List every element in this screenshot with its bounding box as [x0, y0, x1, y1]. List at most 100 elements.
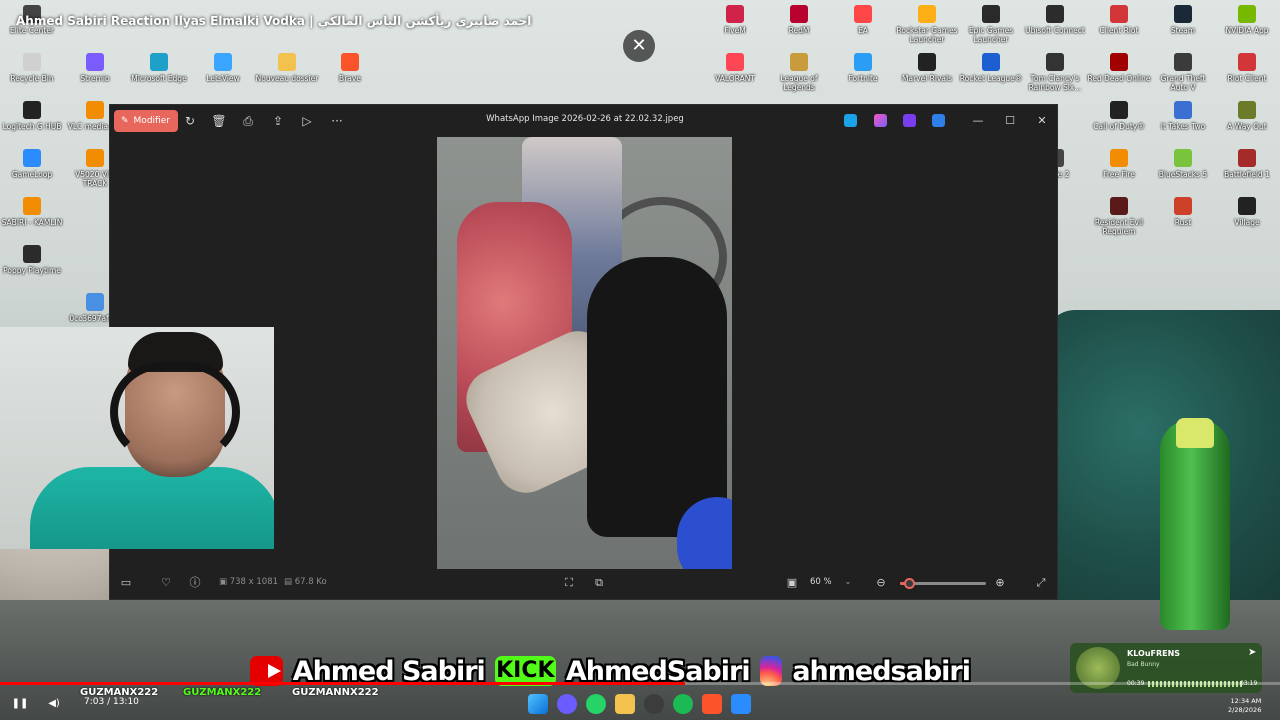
desktop-icon[interactable]: Battlefield 1 — [1215, 149, 1279, 179]
system-clock[interactable]: 12:34 AM 2/28/2026 — [1228, 697, 1261, 715]
volume-button[interactable]: ◀) — [42, 692, 66, 716]
desktop-icon-label: FiveM — [724, 26, 746, 35]
zoom-slider[interactable] — [900, 578, 986, 589]
app-icon — [790, 5, 808, 23]
obs-icon[interactable] — [644, 694, 664, 714]
video-time: 7:03 / 13:10 — [84, 697, 139, 707]
desktop-icon-label: Recycle Bin — [10, 74, 54, 83]
desktop-icon[interactable]: Logitech G HUB — [0, 101, 64, 131]
desktop-icon[interactable]: SABIRI - KAMLIN — [0, 197, 64, 227]
copilot-app-icon[interactable] — [874, 114, 887, 127]
desktop-icon[interactable]: Free Fire — [1087, 149, 1151, 179]
desktop-icon[interactable]: Riot Client — [1215, 53, 1279, 83]
brave-icon[interactable] — [702, 694, 722, 714]
rotate-icon[interactable]: ↻ — [182, 113, 198, 129]
desktop-icon[interactable]: Epic Games Launcher — [959, 5, 1023, 44]
desktop-icon[interactable]: Resident Evil Requiem — [1087, 197, 1151, 236]
video-progress-bar[interactable] — [0, 682, 1280, 685]
photo-image — [437, 137, 732, 569]
desktop-icon[interactable]: Village — [1215, 197, 1279, 227]
desktop-icon-label: Village — [1234, 218, 1260, 227]
designer-app-icon[interactable] — [844, 114, 857, 127]
slideshow-icon[interactable]: ▷ — [299, 113, 315, 129]
desktop-icon[interactable]: Rockstar Games Launcher — [895, 5, 959, 44]
desktop-icon[interactable]: League of Legends — [767, 53, 831, 92]
desktop-icon[interactable]: A Way Out — [1215, 101, 1279, 131]
info-icon[interactable]: ⓘ — [187, 575, 203, 591]
desktop-icon[interactable]: NVIDIA App — [1215, 5, 1279, 35]
desktop-icon-label: Rust — [1174, 218, 1192, 227]
clipchamp-app-icon[interactable] — [903, 114, 916, 127]
desktop-icon[interactable]: FiveM — [703, 5, 767, 35]
pause-button[interactable]: ❚❚ — [8, 692, 32, 716]
zoom-out-icon[interactable]: ⊖ — [873, 575, 889, 591]
app-icon — [726, 5, 744, 23]
app-icon — [23, 245, 41, 263]
desktop-icon[interactable]: Call of Duty® — [1087, 101, 1151, 131]
taskbar — [528, 694, 751, 714]
desktop-icon[interactable]: LetsView — [191, 53, 255, 83]
zoom-level-select[interactable]: 60 % ⌄ — [810, 577, 851, 587]
spotify-icon[interactable] — [673, 694, 693, 714]
print-icon[interactable]: ⎙ — [240, 113, 256, 129]
desktop-icon[interactable]: BlueStacks 5 — [1151, 149, 1215, 179]
zoom-in-icon[interactable]: ⊕ — [992, 575, 1008, 591]
desktop-icon[interactable]: Nouveau dossier — [255, 53, 319, 83]
onedrive-app-icon[interactable] — [932, 114, 945, 127]
desktop-icon[interactable]: Fortnite — [831, 53, 895, 83]
edit-button[interactable]: ✎ Modifier — [114, 110, 178, 132]
app-icon — [1174, 101, 1192, 119]
next-icon[interactable]: ➤ — [1248, 647, 1256, 658]
desktop-icon[interactable]: Red Dead Online — [1087, 53, 1151, 83]
app-icon — [1110, 101, 1128, 119]
desktop-icon[interactable]: Brave — [318, 53, 382, 83]
start-icon[interactable] — [528, 694, 548, 714]
zoom-slider-thumb[interactable] — [903, 578, 915, 589]
desktop-icon[interactable]: GameLoop — [0, 149, 64, 179]
favorite-icon[interactable]: ♡ — [158, 575, 174, 591]
desktop-icon[interactable]: Grand Theft Auto V — [1151, 53, 1215, 92]
desktop-icon[interactable]: Stremio — [63, 53, 127, 83]
app-icon — [918, 53, 936, 71]
edit-icon: ✎ — [121, 116, 129, 126]
discord-icon[interactable] — [557, 694, 577, 714]
desktop-icon[interactable]: EA — [831, 5, 895, 35]
whatsapp-icon[interactable] — [586, 694, 606, 714]
close-button[interactable]: ✕ — [1032, 112, 1052, 130]
desktop-icon-label: Steam — [1170, 26, 1196, 35]
file-explorer-icon[interactable] — [615, 694, 635, 714]
desktop-icon[interactable]: Marvel Rivals — [895, 53, 959, 83]
more-options-icon[interactable]: ··· — [329, 113, 345, 129]
desktop-icon[interactable]: It Takes Two — [1151, 101, 1215, 131]
fullscreen-icon[interactable]: ⤢ — [1033, 575, 1049, 591]
minimize-button[interactable]: — — [968, 112, 988, 130]
photos-app-icon[interactable] — [731, 694, 751, 714]
maximize-button[interactable]: ☐ — [1000, 112, 1020, 130]
spotify-widget[interactable]: KLOuFRENS Bad Bunny 00:39 03:19 ➤ — [1070, 643, 1262, 693]
desktop-icon[interactable]: Rust — [1151, 197, 1215, 227]
desktop-icon-label: Resident Evil Requiem — [1094, 218, 1144, 236]
desktop-icon[interactable]: Steam — [1151, 5, 1215, 35]
fit-to-window-icon[interactable]: ⛶ — [561, 575, 577, 591]
desktop-icon-label: Client Riot — [1099, 26, 1139, 35]
desktop-icon[interactable]: VALORANT — [703, 53, 767, 83]
desktop-icon[interactable]: Microsoft Edge — [127, 53, 191, 83]
desktop-icon[interactable]: Tom Clancy's Rainbow Six... — [1023, 53, 1087, 92]
desktop-icon[interactable]: Ubisoft Connect — [1023, 5, 1087, 35]
desktop-icon[interactable]: Client Riot — [1087, 5, 1151, 35]
desktop-icon[interactable]: RedM — [767, 5, 831, 35]
screen-icon[interactable]: ▣ — [784, 575, 800, 591]
app-icon — [23, 53, 41, 71]
compare-icon[interactable]: ⧉ — [591, 575, 607, 591]
delete-icon[interactable]: 🗑 — [211, 113, 227, 129]
app-icon — [1174, 149, 1192, 167]
desktop-icon[interactable]: Rocket League® — [959, 53, 1023, 83]
zoom-level: 60 % — [810, 577, 832, 587]
share-icon[interactable]: ⇪ — [270, 113, 286, 129]
desktop-icon[interactable]: Poppy Playtime — [0, 245, 64, 275]
desktop-icon-label: Ubisoft Connect — [1025, 26, 1085, 35]
app-icon — [1174, 5, 1192, 23]
desktop-icon[interactable]: Recycle Bin — [0, 53, 64, 83]
close-overlay-button[interactable]: ✕ — [623, 30, 655, 62]
filmstrip-icon[interactable]: ▭ — [118, 575, 134, 591]
